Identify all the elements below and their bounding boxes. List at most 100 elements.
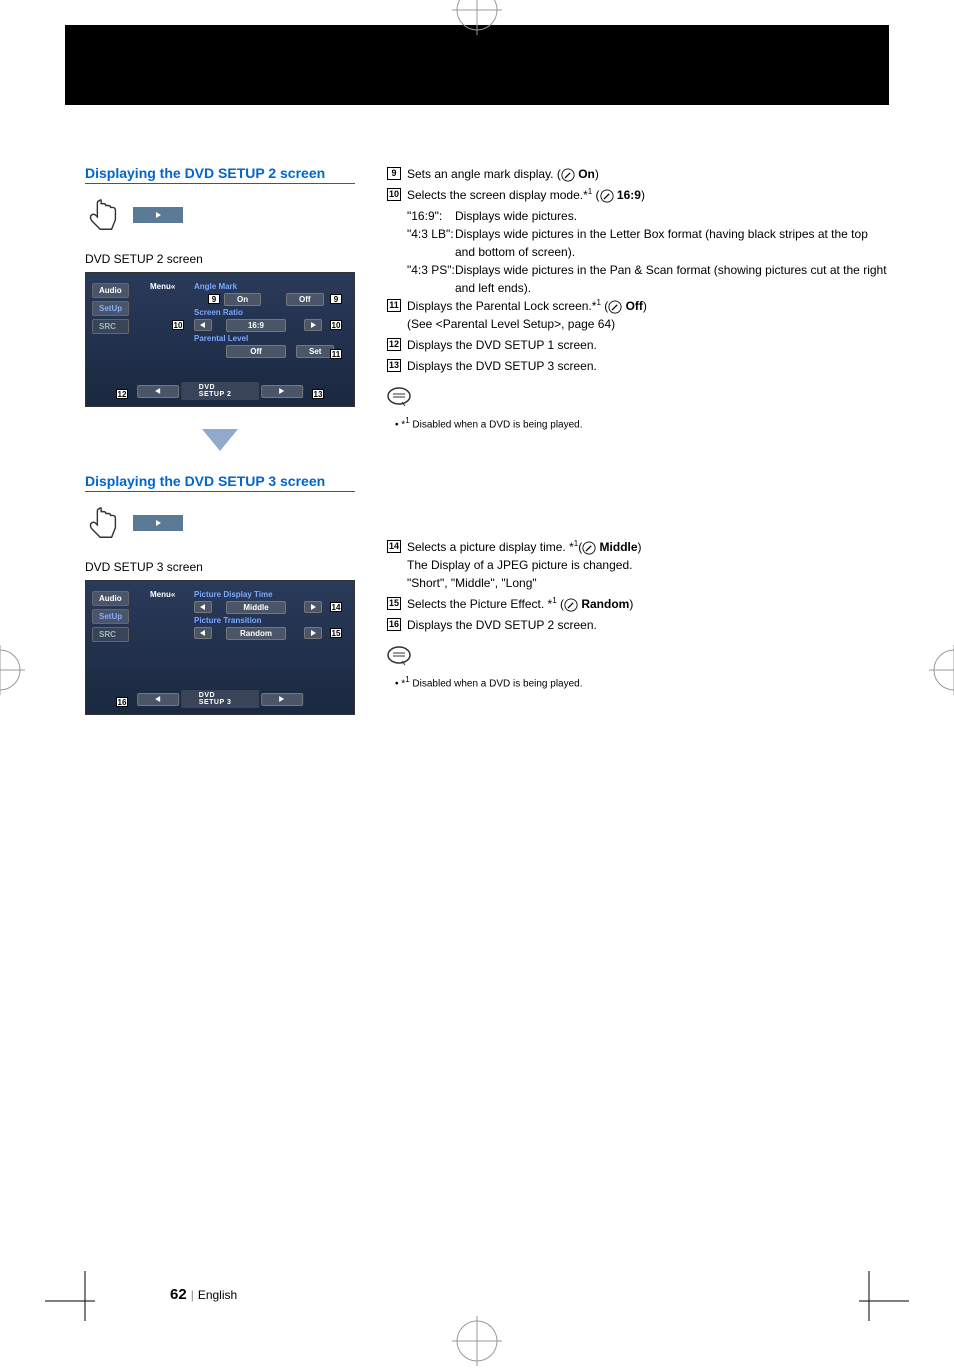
item11-paren: ( bbox=[601, 299, 608, 313]
item-14: 14 Selects a picture display time. *1( M… bbox=[387, 538, 889, 592]
touch-prompt-2 bbox=[85, 196, 355, 234]
menu-label-2: Menu« bbox=[150, 282, 175, 291]
display-time-next[interactable] bbox=[304, 601, 322, 613]
num-12: 12 bbox=[387, 338, 401, 351]
pic-transition-label: Picture Transition bbox=[194, 616, 262, 625]
arrow-button-3 bbox=[133, 515, 183, 531]
ratio-value: 16:9 bbox=[226, 319, 286, 332]
item13-text: Displays the DVD SETUP 3 screen. bbox=[407, 357, 889, 375]
src-button[interactable]: SRC bbox=[92, 319, 129, 334]
callout-13: 13 bbox=[312, 389, 324, 399]
item14-sub2: "Short", "Middle", "Long" bbox=[407, 576, 537, 590]
audio-button-3[interactable]: Audio bbox=[92, 591, 129, 606]
screen2-caption: DVD SETUP 2 screen bbox=[85, 252, 355, 266]
display-time-value: Middle bbox=[226, 601, 286, 614]
item12-text: Displays the DVD SETUP 1 screen. bbox=[407, 336, 889, 354]
angle-mark-label: Angle Mark bbox=[194, 282, 237, 291]
item9-default: On bbox=[578, 167, 595, 181]
left-column: Displaying the DVD SETUP 2 screen DVD SE… bbox=[65, 165, 355, 715]
dvd2-next[interactable] bbox=[261, 385, 303, 398]
item10-43ps: "4:3 PS":Displays wide pictures in the P… bbox=[387, 261, 889, 297]
item15-paren: ( bbox=[557, 597, 564, 611]
item9-text: Sets an angle mark display. ( bbox=[407, 167, 561, 181]
callout-10a: 10 bbox=[172, 320, 184, 330]
angle-mark-off[interactable]: Off bbox=[286, 293, 324, 306]
callout-12: 12 bbox=[116, 389, 128, 399]
crop-mark-right bbox=[924, 640, 954, 700]
item10-43lb: "4:3 LB":Displays wide pictures in the L… bbox=[387, 225, 889, 261]
manual-page: Displaying the DVD SETUP 2 screen DVD SE… bbox=[0, 0, 954, 1351]
note-icon-3 bbox=[387, 643, 411, 667]
pencil-icon bbox=[582, 541, 596, 555]
item15-default: Random bbox=[581, 597, 629, 611]
dvd2-title: DVD SETUP 2 bbox=[181, 382, 259, 400]
num-14: 14 bbox=[387, 540, 401, 553]
setup-button-3[interactable]: SetUp bbox=[92, 609, 129, 624]
dvd3-title: DVD SETUP 3 bbox=[181, 690, 259, 708]
right-column: 9 Sets an angle mark display. ( On) 10 S… bbox=[375, 165, 889, 715]
item14-sub1: The Display of a JPEG picture is changed… bbox=[407, 558, 632, 572]
item11-end: ) bbox=[643, 299, 647, 313]
menu-label-3: Menu« bbox=[150, 590, 175, 599]
parental-set[interactable]: Set bbox=[296, 345, 334, 358]
ratio-prev[interactable] bbox=[194, 319, 212, 331]
item16-text: Displays the DVD SETUP 2 screen. bbox=[407, 616, 889, 634]
transition-prev[interactable] bbox=[194, 627, 212, 639]
num-10: 10 bbox=[387, 188, 401, 201]
num-15: 15 bbox=[387, 597, 401, 610]
item10-end: ) bbox=[641, 188, 645, 202]
down-arrow-icon bbox=[202, 429, 238, 451]
transition-next[interactable] bbox=[304, 627, 322, 639]
callout-9b: 9 bbox=[330, 294, 342, 304]
angle-mark-on[interactable]: On bbox=[224, 293, 261, 306]
dvd3-prev[interactable] bbox=[137, 693, 179, 706]
crop-mark-bottom bbox=[447, 1311, 507, 1371]
hand-icon-3 bbox=[85, 504, 123, 542]
item10-default: 16:9 bbox=[617, 188, 641, 202]
item14-text: Selects a picture display time. * bbox=[407, 540, 574, 554]
item9-end: ) bbox=[595, 167, 599, 181]
setup-button[interactable]: SetUp bbox=[92, 301, 129, 316]
num-11: 11 bbox=[387, 299, 401, 312]
parental-level-label: Parental Level bbox=[194, 334, 248, 343]
item14-end: ) bbox=[638, 540, 642, 554]
item-11: 11 Displays the Parental Lock screen.*1 … bbox=[387, 297, 889, 333]
crop-mark-left bbox=[0, 640, 30, 700]
transition-value: Random bbox=[226, 627, 286, 640]
item15-end: ) bbox=[629, 597, 633, 611]
arrow-button-2 bbox=[133, 207, 183, 223]
num-16: 16 bbox=[387, 618, 401, 631]
dvd3-next[interactable] bbox=[261, 693, 303, 706]
section2-heading: Displaying the DVD SETUP 2 screen bbox=[85, 165, 355, 184]
pencil-icon bbox=[608, 300, 622, 314]
item-9: 9 Sets an angle mark display. ( On) bbox=[387, 165, 889, 183]
item14-default: Middle bbox=[600, 540, 638, 554]
item11-default: Off bbox=[626, 299, 643, 313]
dvd-setup-2-screen: Audio SetUp SRC Menu« Angle Mark On Off … bbox=[85, 272, 355, 407]
callout-11a: 11 bbox=[330, 349, 342, 359]
section3-heading: Displaying the DVD SETUP 3 screen bbox=[85, 473, 355, 492]
ratio-next[interactable] bbox=[304, 319, 322, 331]
callout-16: 16 bbox=[116, 697, 128, 707]
src-button-3[interactable]: SRC bbox=[92, 627, 129, 642]
callout-9a: 9 bbox=[208, 294, 220, 304]
note-2: • *1 Disabled when a DVD is being played… bbox=[387, 416, 889, 430]
item-10: 10 Selects the screen display mode.*1 ( … bbox=[387, 186, 889, 204]
pencil-icon bbox=[564, 598, 578, 612]
note-icon bbox=[387, 384, 411, 408]
note-3: • *1 Disabled when a DVD is being played… bbox=[387, 675, 889, 689]
touch-prompt-3 bbox=[85, 504, 355, 542]
content-area: Displaying the DVD SETUP 2 screen DVD SE… bbox=[65, 165, 889, 715]
item-16: 16 Displays the DVD SETUP 2 screen. bbox=[387, 616, 889, 634]
item10-paren: ( bbox=[592, 188, 599, 202]
item-12: 12 Displays the DVD SETUP 1 screen. bbox=[387, 336, 889, 354]
display-time-prev[interactable] bbox=[194, 601, 212, 613]
dvd2-prev[interactable] bbox=[137, 385, 179, 398]
item-13: 13 Displays the DVD SETUP 3 screen. bbox=[387, 357, 889, 375]
num-13: 13 bbox=[387, 359, 401, 372]
callout-14: 14 bbox=[330, 602, 342, 612]
audio-button[interactable]: Audio bbox=[92, 283, 129, 298]
pic-display-time-label: Picture Display Time bbox=[194, 590, 273, 599]
corner-mark-br bbox=[839, 1271, 909, 1326]
pencil-icon bbox=[561, 168, 575, 182]
